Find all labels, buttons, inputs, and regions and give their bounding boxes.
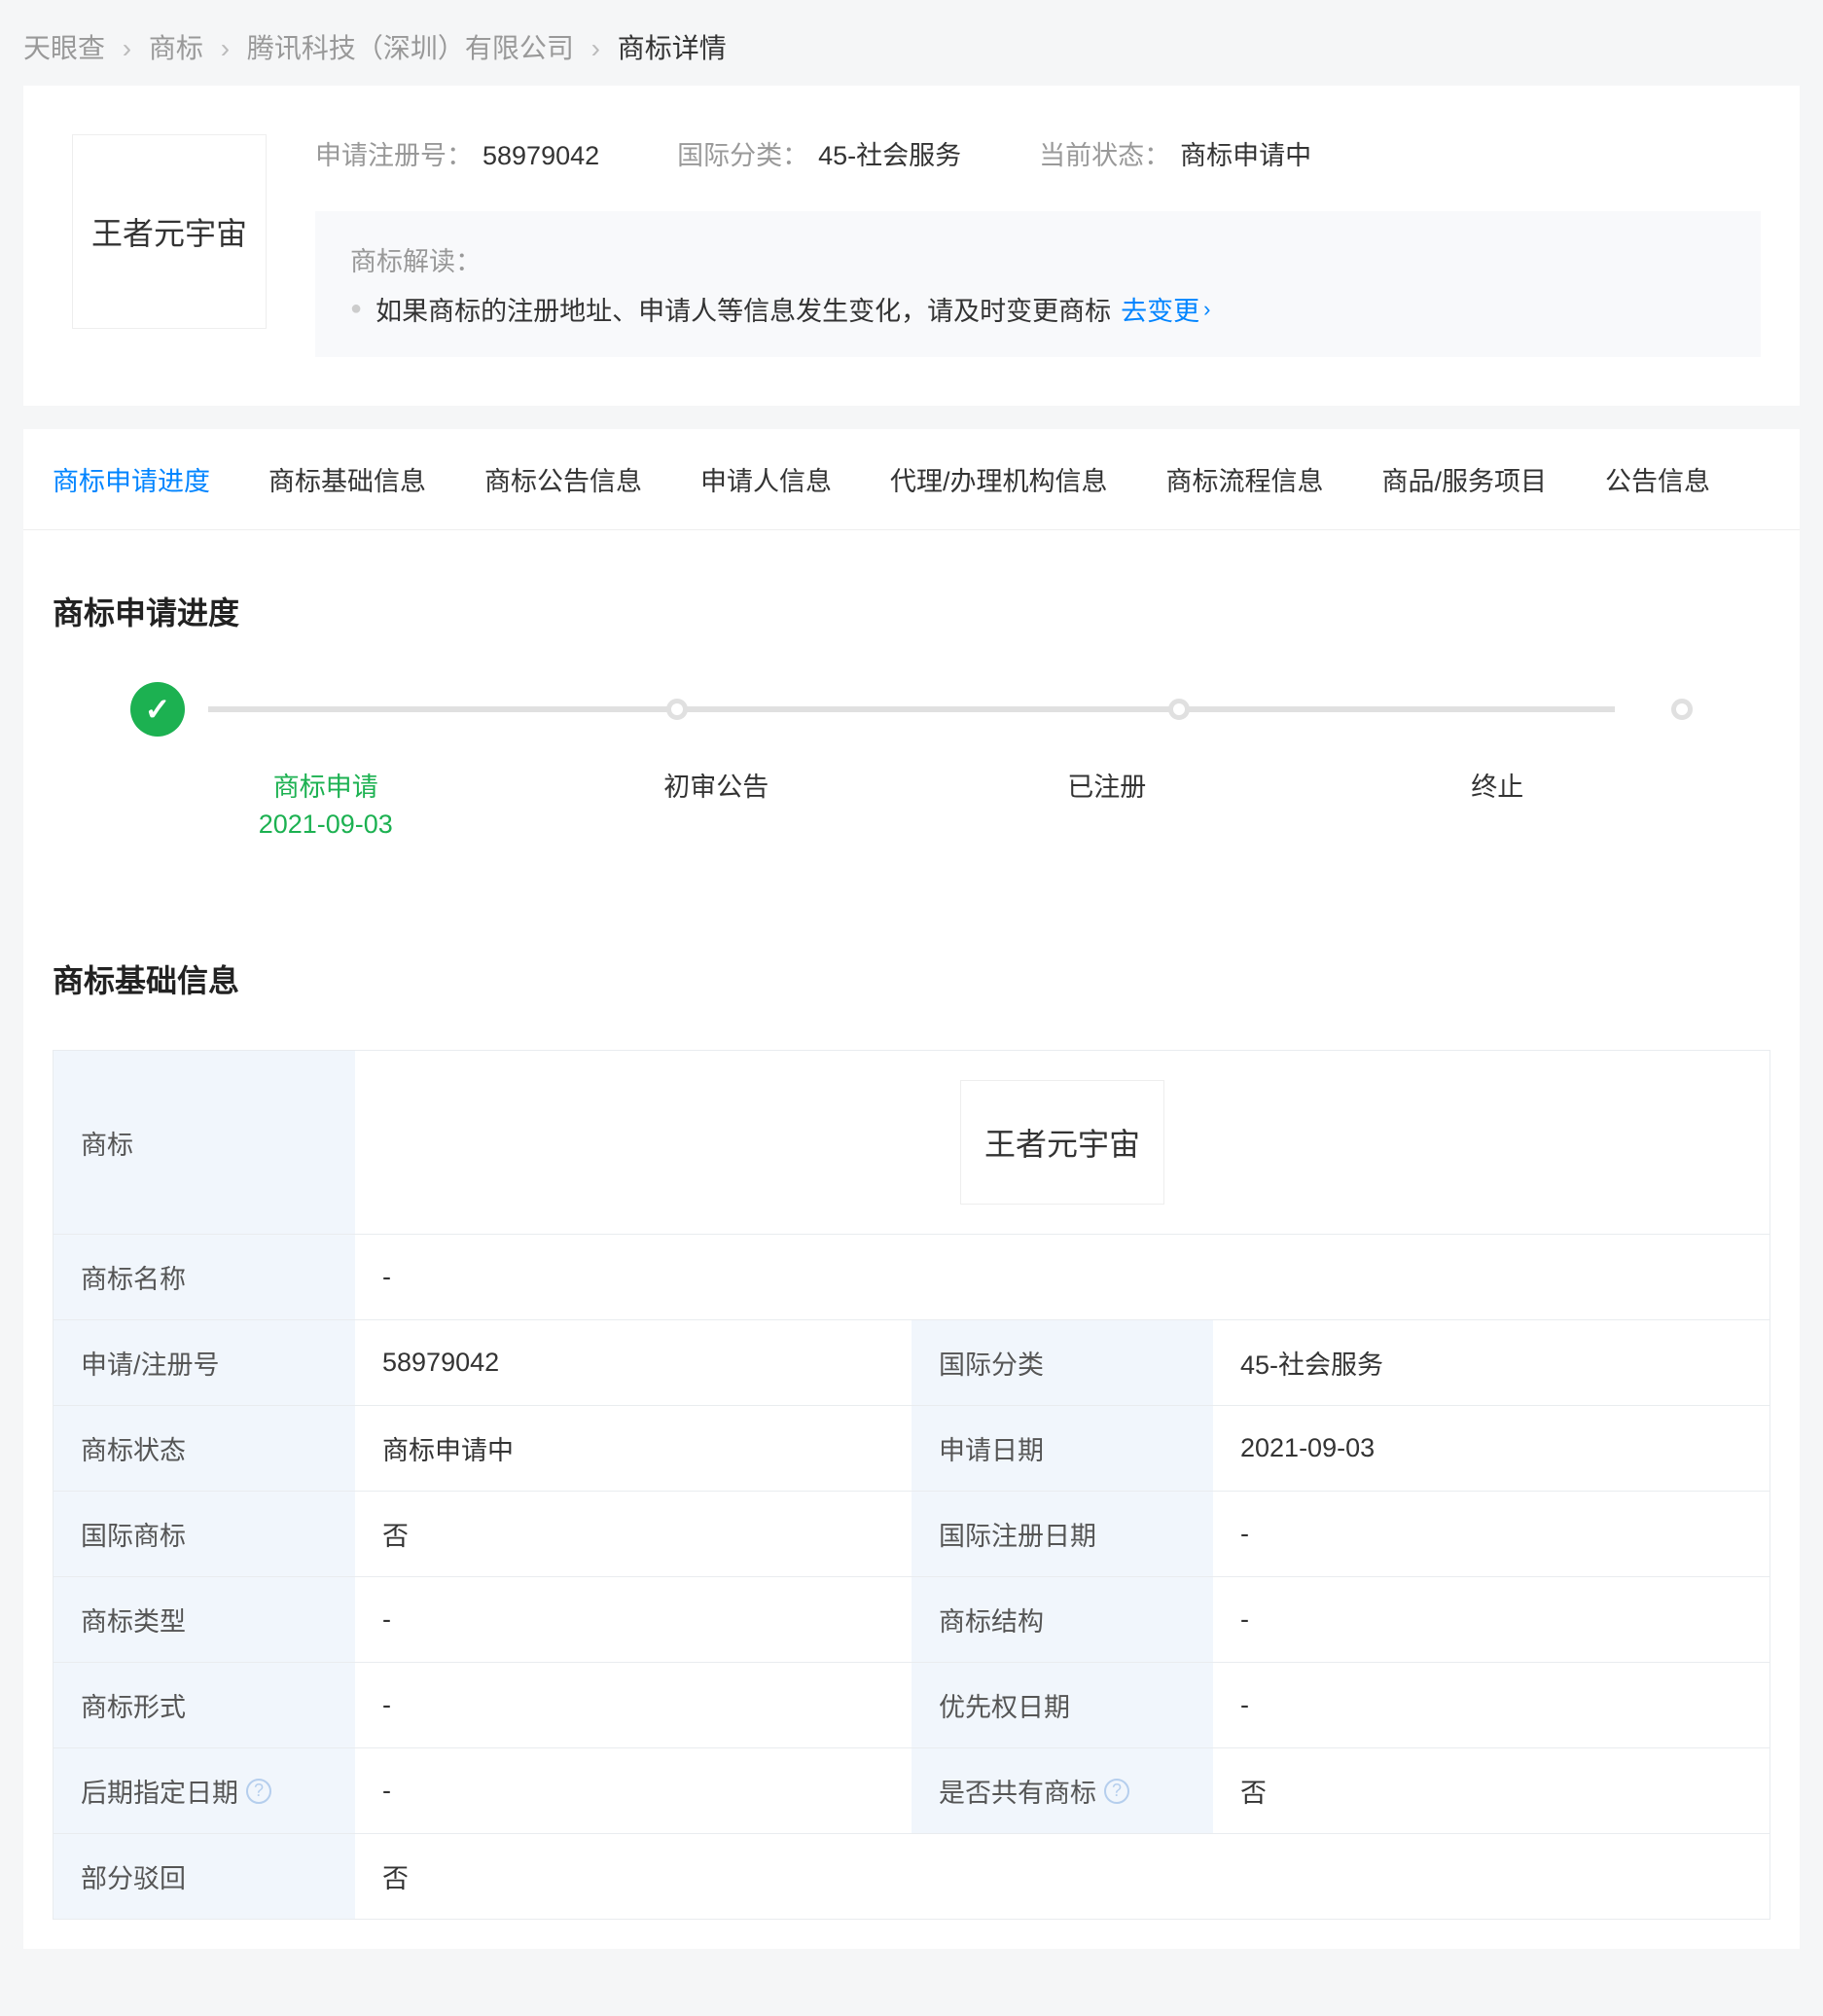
step-label: 已注册: [912, 766, 1303, 840]
table-value: 商标申请中: [355, 1406, 912, 1491]
table-header: 优先权日期: [912, 1663, 1213, 1747]
breadcrumb: 天眼查 › 商标 › 腾讯科技（深圳）有限公司 › 商标详情: [0, 0, 1823, 86]
step-node: ✓: [130, 682, 185, 737]
basic-section: 商标基础信息 商标 王者元宇宙 商标名称 - 申请/注册号 58979042 国…: [23, 898, 1800, 1949]
tab-flow[interactable]: 商标流程信息: [1137, 429, 1353, 529]
progress-section: 商标申请进度 ✓ 商标申请 2021-09-03 初审公告 已注册 终止: [23, 530, 1800, 898]
table-header: 商标形式: [54, 1663, 355, 1747]
tab-progress[interactable]: 商标申请进度: [23, 429, 239, 529]
change-link[interactable]: 去变更›: [1121, 290, 1210, 328]
step-node: [1168, 699, 1190, 720]
table-value: 58979042: [355, 1320, 912, 1405]
status-value: 商标申请中: [1180, 141, 1311, 170]
table-header: 国际商标: [54, 1492, 355, 1576]
table-header: 商标名称: [54, 1235, 355, 1319]
table-header: 商标: [54, 1051, 355, 1234]
help-icon[interactable]: ?: [1104, 1779, 1129, 1804]
tab-goods[interactable]: 商品/服务项目: [1353, 429, 1577, 529]
table-value: -: [355, 1748, 912, 1833]
step-label: 终止: [1303, 766, 1694, 840]
breadcrumb-item[interactable]: 腾讯科技（深圳）有限公司: [247, 33, 574, 63]
interpret-box: 商标解读： ● 如果商标的注册地址、申请人等信息发生变化，请及时变更商标 去变更…: [315, 211, 1761, 357]
table-header: 国际分类: [912, 1320, 1213, 1405]
help-icon[interactable]: ?: [246, 1779, 271, 1804]
table-header: 申请/注册号: [54, 1320, 355, 1405]
tabs: 商标申请进度 商标基础信息 商标公告信息 申请人信息 代理/办理机构信息 商标流…: [23, 429, 1800, 530]
table-value: 2021-09-03: [1213, 1406, 1769, 1491]
info-row: 申请注册号： 58979042 国际分类： 45-社会服务 当前状态： 商标申请中: [315, 134, 1761, 172]
interpret-title: 商标解读：: [350, 240, 1726, 278]
tab-announcement[interactable]: 公告信息: [1576, 429, 1739, 529]
trademark-logo: 王者元宇宙: [72, 134, 267, 329]
table-value: 否: [355, 1492, 912, 1576]
step-label: 初审公告: [521, 766, 912, 840]
basic-title: 商标基础信息: [53, 956, 1770, 1001]
table-value: -: [1213, 1492, 1769, 1576]
table-value: -: [355, 1663, 912, 1747]
check-icon: ✓: [145, 691, 171, 728]
progress-title: 商标申请进度: [53, 589, 1770, 633]
class-value: 45-社会服务: [818, 141, 961, 170]
table-value: -: [355, 1577, 912, 1662]
table-value: 否: [1213, 1748, 1769, 1833]
step-node: [1671, 699, 1693, 720]
table-header: 商标状态: [54, 1406, 355, 1491]
breadcrumb-item[interactable]: 商标: [149, 33, 203, 63]
tab-basic[interactable]: 商标基础信息: [239, 429, 455, 529]
tab-agency[interactable]: 代理/办理机构信息: [861, 429, 1137, 529]
reg-no-label: 申请注册号：: [315, 141, 473, 170]
table-header: 是否共有商标?: [912, 1748, 1213, 1833]
status-label: 当前状态：: [1039, 141, 1170, 170]
chevron-right-icon: ›: [1203, 297, 1210, 322]
tab-notice[interactable]: 商标公告信息: [455, 429, 671, 529]
table-header: 国际注册日期: [912, 1492, 1213, 1576]
table-value: 45-社会服务: [1213, 1320, 1769, 1405]
table-header: 商标结构: [912, 1577, 1213, 1662]
class-label: 国际分类：: [677, 141, 808, 170]
trademark-cell: 王者元宇宙: [355, 1051, 1769, 1234]
table-header: 后期指定日期?: [54, 1748, 355, 1833]
table-value: -: [1213, 1663, 1769, 1747]
tab-applicant[interactable]: 申请人信息: [671, 429, 861, 529]
chevron-right-icon: ›: [591, 33, 600, 63]
step-node: [666, 699, 688, 720]
chevron-right-icon: ›: [221, 33, 230, 63]
table-value: -: [1213, 1577, 1769, 1662]
trademark-image: 王者元宇宙: [960, 1080, 1164, 1205]
table-header: 部分驳回: [54, 1834, 355, 1919]
basic-table: 商标 王者元宇宙 商标名称 - 申请/注册号 58979042 国际分类 45-…: [53, 1050, 1770, 1920]
interpret-text: 如果商标的注册地址、申请人等信息发生变化，请及时变更商标: [375, 290, 1111, 328]
breadcrumb-current: 商标详情: [618, 33, 727, 63]
table-header: 申请日期: [912, 1406, 1213, 1491]
header-card: 王者元宇宙 申请注册号： 58979042 国际分类： 45-社会服务 当前状态： 商…: [23, 86, 1800, 406]
table-value: 否: [355, 1834, 1769, 1919]
table-header: 商标类型: [54, 1577, 355, 1662]
reg-no-value: 58979042: [483, 141, 599, 170]
progress-line: [208, 706, 1615, 712]
chevron-right-icon: ›: [123, 33, 131, 63]
table-value: -: [355, 1235, 1769, 1319]
step-label: 商标申请 2021-09-03: [130, 766, 521, 840]
bullet-icon: ●: [350, 298, 362, 320]
breadcrumb-item[interactable]: 天眼查: [23, 33, 105, 63]
